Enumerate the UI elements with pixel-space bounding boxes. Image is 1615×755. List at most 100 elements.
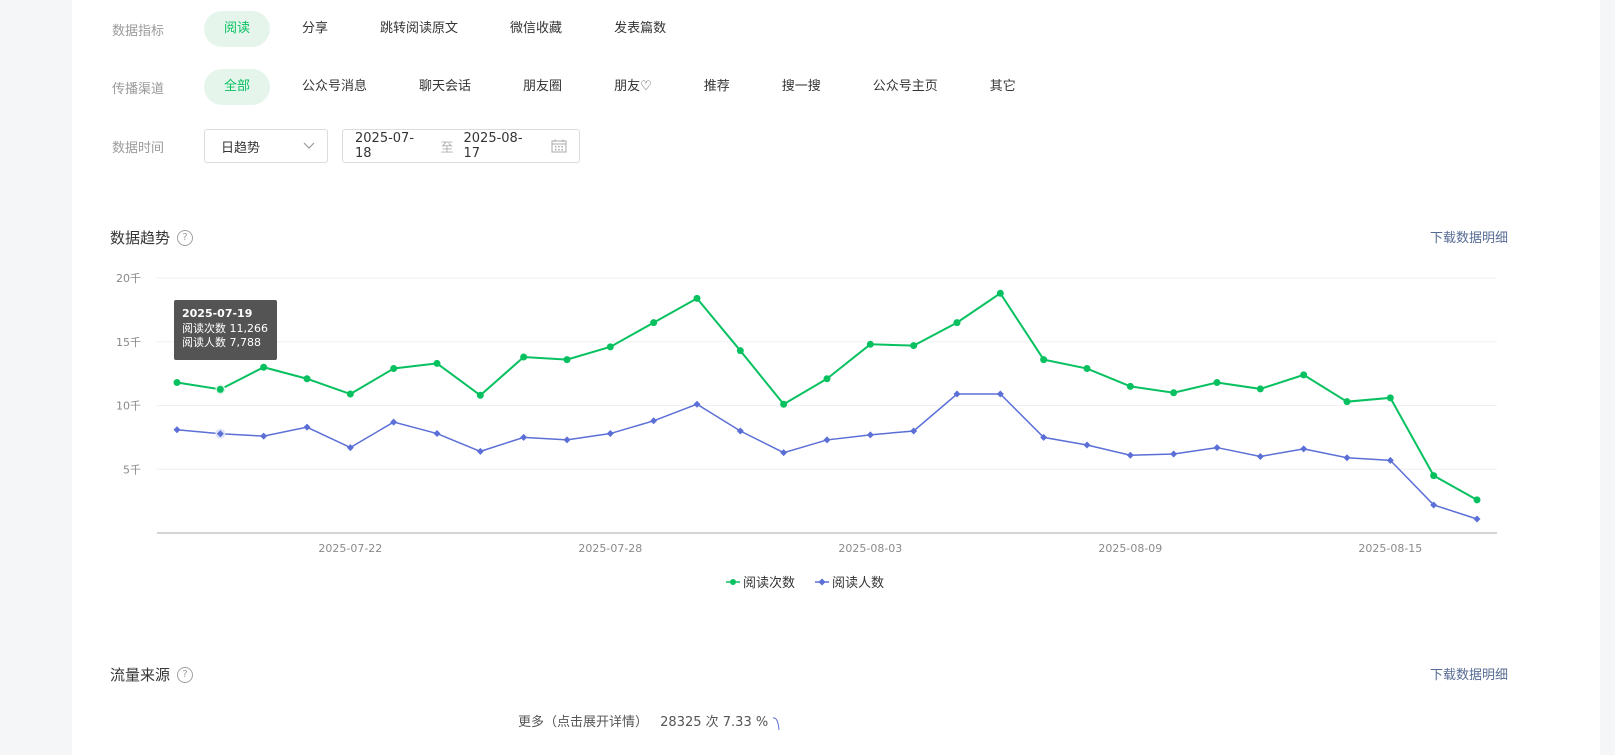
- trend-title-text: 数据趋势: [110, 229, 171, 247]
- x-tick-label: 2025-08-09: [1098, 542, 1162, 555]
- date-range-picker[interactable]: 2025-07-18 至 2025-08-17: [342, 129, 580, 163]
- data-point-reads: [1213, 379, 1221, 387]
- data-point-reads: [650, 319, 658, 327]
- data-point-reads: [346, 390, 354, 398]
- channel-chip-account-homepage[interactable]: 公众号主页: [853, 69, 958, 105]
- metric-chip-published-count[interactable]: 发表篇数: [594, 11, 686, 47]
- x-tick-label: 2025-08-15: [1358, 542, 1422, 555]
- tooltip-date: 2025-07-19: [182, 307, 253, 320]
- channel-chip-all[interactable]: 全部: [204, 69, 271, 105]
- data-point-readers: [1170, 450, 1178, 458]
- data-point-reads: [823, 375, 831, 383]
- legend-label-readers: 阅读人数: [832, 576, 885, 591]
- data-point-readers: [736, 427, 744, 435]
- data-point-readers: [520, 433, 528, 441]
- data-point-reads: [1170, 389, 1178, 397]
- data-point-readers: [346, 444, 354, 452]
- data-point-reads: [693, 294, 701, 302]
- y-tick-label: 20千: [116, 272, 141, 285]
- help-icon[interactable]: ?: [177, 666, 194, 683]
- channel-chip-friends-like[interactable]: 朋友♡: [594, 69, 672, 105]
- metric-filter-row: 数据指标 阅读 分享 跳转阅读原文 微信收藏 发表篇数: [112, 11, 698, 47]
- x-tick-label: 2025-07-28: [578, 542, 642, 555]
- data-point-readers: [1256, 453, 1264, 460]
- trend-download-link[interactable]: 下载数据明细: [1430, 227, 1508, 246]
- data-point-reads: [1430, 472, 1438, 480]
- help-icon[interactable]: ?: [177, 229, 194, 246]
- data-point-reads: [260, 363, 268, 371]
- channel-chip-search[interactable]: 搜一搜: [762, 69, 841, 105]
- date-separator: 至: [440, 140, 454, 156]
- data-point-readers: [433, 430, 441, 438]
- data-point-reads: [1473, 496, 1481, 504]
- data-point-reads: [476, 391, 484, 399]
- data-point-reads: [866, 340, 874, 348]
- data-point-reads: [390, 365, 398, 373]
- x-tick-label: 2025-08-03: [838, 542, 902, 555]
- traffic-download-link[interactable]: 下载数据明细: [1430, 664, 1508, 683]
- metric-chip-favorite[interactable]: 微信收藏: [490, 11, 582, 47]
- chart-tooltip: 2025-07-19 阅读次数 11,266 阅读人数 7,788: [174, 300, 277, 360]
- chart-legend: 阅读次数 阅读人数: [726, 572, 904, 591]
- chevron-down-icon: [303, 142, 315, 149]
- y-tick-label: 15千: [116, 336, 141, 349]
- legend-item-reads[interactable]: 阅读次数: [726, 572, 795, 591]
- data-point-readers: [650, 417, 658, 425]
- metric-chip-share[interactable]: 分享: [282, 11, 348, 47]
- main-panel: 数据指标 阅读 分享 跳转阅读原文 微信收藏 发表篇数 传播渠道 全部 公众号消…: [72, 0, 1600, 755]
- data-point-reads: [173, 379, 181, 387]
- data-point-reads: [303, 375, 311, 383]
- data-point-readers: [693, 400, 701, 408]
- data-point-readers: [866, 431, 874, 439]
- data-point-readers: [563, 436, 571, 444]
- y-tick-label: 10千: [116, 400, 141, 413]
- data-point-reads: [780, 400, 788, 408]
- data-point-reads: [1386, 394, 1394, 402]
- legend-label-reads: 阅读次数: [743, 576, 796, 591]
- metric-chip-read-original[interactable]: 跳转阅读原文: [360, 11, 478, 47]
- channel-chip-recommend[interactable]: 推荐: [684, 69, 750, 105]
- channel-chip-moments[interactable]: 朋友圈: [503, 69, 582, 105]
- channel-chip-chat[interactable]: 聊天会话: [399, 69, 491, 105]
- metric-chip-read[interactable]: 阅读: [204, 11, 271, 47]
- data-point-readers: [173, 426, 181, 434]
- data-point-reads: [1126, 382, 1134, 390]
- traffic-section-title: 流量来源 ?: [110, 664, 194, 685]
- traffic-more-value: 28325 次 7.33 %: [660, 715, 769, 730]
- trend-section-title: 数据趋势 ?: [110, 227, 194, 248]
- data-point-reads: [1300, 371, 1308, 379]
- data-point-readers: [1083, 441, 1091, 449]
- channel-chip-other[interactable]: 其它: [970, 69, 1036, 105]
- data-point-readers: [1213, 444, 1221, 452]
- data-point-reads: [910, 342, 918, 350]
- data-point-reads: [1083, 365, 1091, 373]
- data-point-reads: [433, 359, 441, 367]
- data-point-reads: [953, 319, 961, 327]
- data-point-reads: [520, 353, 528, 361]
- data-point-readers: [476, 447, 484, 455]
- data-point-readers: [1343, 454, 1351, 462]
- channel-chip-official-message[interactable]: 公众号消息: [282, 69, 387, 105]
- start-date: 2025-07-18: [355, 131, 415, 161]
- data-point-reads: [563, 356, 571, 364]
- end-date: 2025-08-17: [463, 131, 523, 161]
- legend-marker-reads: [726, 578, 740, 585]
- traffic-more-label: 更多（点击展开详情）: [518, 715, 649, 730]
- data-point-reads: [216, 385, 224, 393]
- y-tick-label: 5千: [123, 463, 141, 476]
- data-point-readers: [1300, 445, 1308, 453]
- time-filter-row: 数据时间 日趋势 2025-07-18 至 2025-08-17: [112, 128, 580, 164]
- traffic-title-text: 流量来源: [110, 666, 171, 684]
- legend-marker-readers: [815, 578, 830, 585]
- pie-label-line: [772, 717, 780, 731]
- data-point-readers: [260, 432, 268, 440]
- data-point-readers: [390, 418, 398, 426]
- data-point-readers: [823, 436, 831, 444]
- legend-item-readers[interactable]: 阅读人数: [815, 572, 884, 591]
- tooltip-read-count: 阅读次数 11,266: [182, 321, 268, 335]
- granularity-value: 日趋势: [221, 140, 261, 156]
- data-point-readers: [1126, 451, 1134, 459]
- traffic-more-row[interactable]: 更多（点击展开详情） 28325 次 7.33 %: [518, 711, 768, 730]
- granularity-select[interactable]: 日趋势: [204, 129, 328, 163]
- data-point-reads: [996, 289, 1004, 297]
